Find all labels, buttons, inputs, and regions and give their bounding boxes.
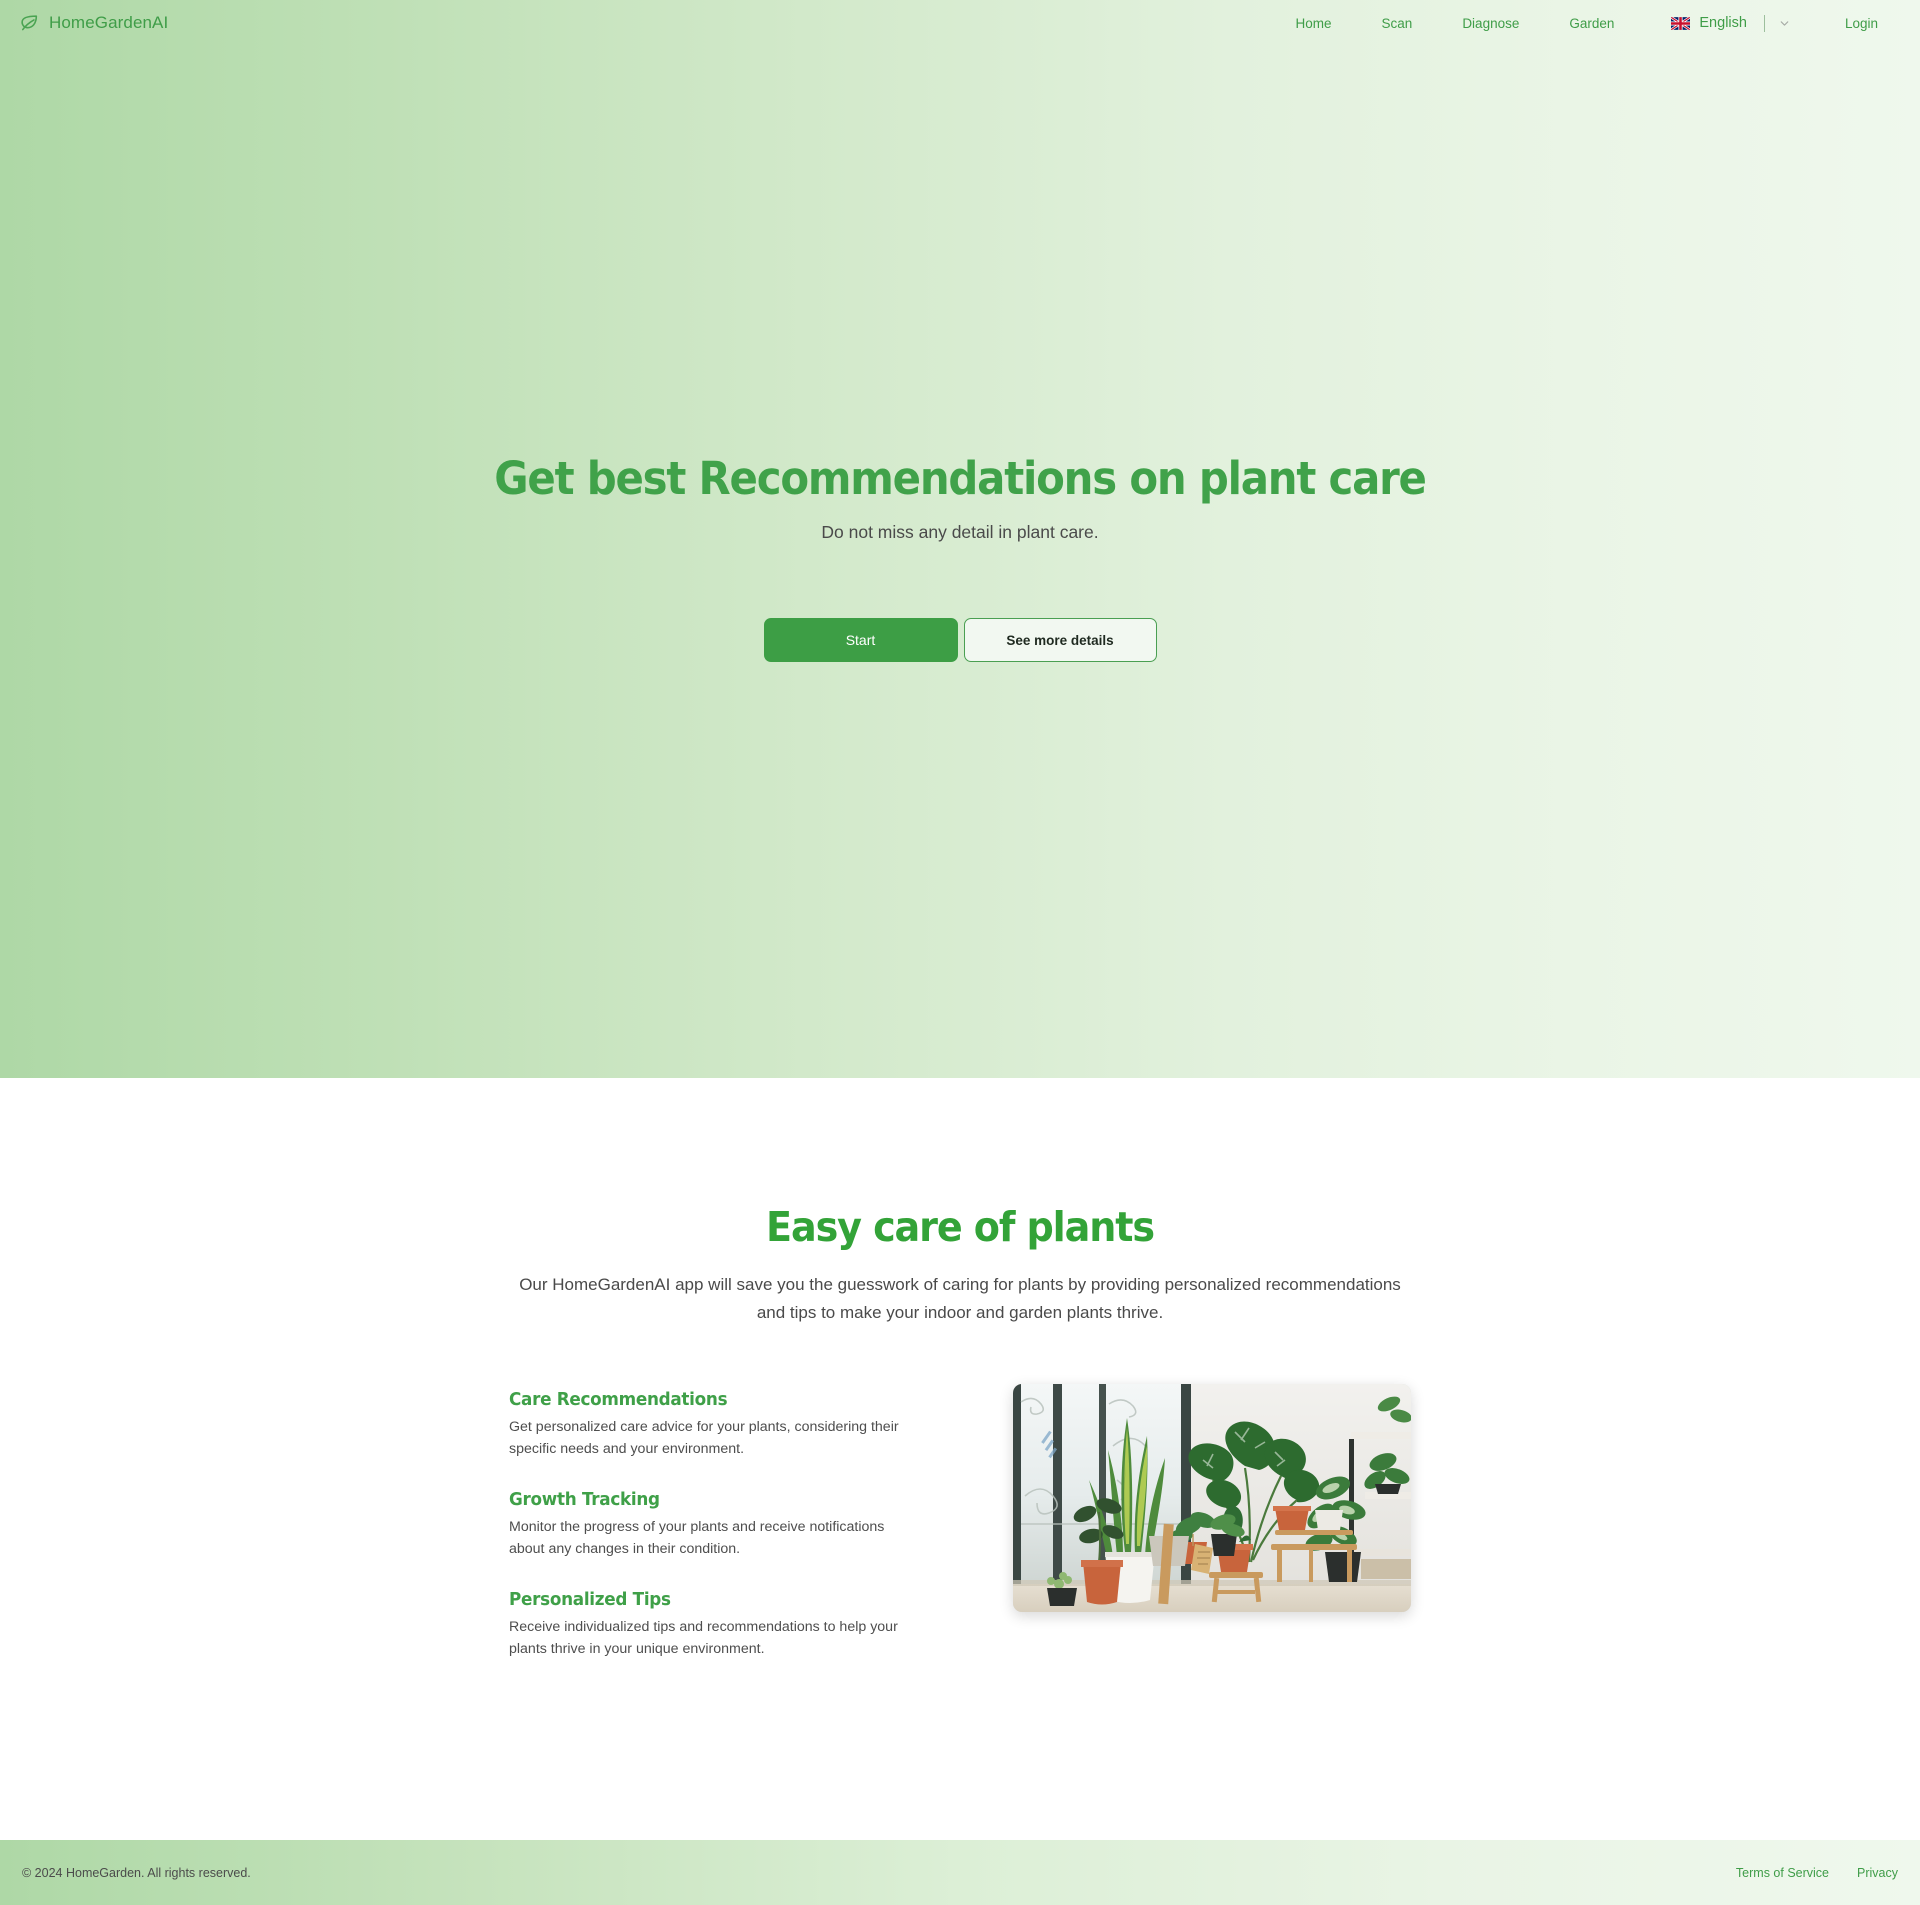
start-button[interactable]: Start — [763, 618, 958, 662]
nav-link-home[interactable]: Home — [1271, 10, 1357, 37]
leaf-icon — [21, 15, 38, 31]
chevron-down-icon[interactable] — [1778, 17, 1791, 30]
uk-flag-icon — [1671, 16, 1691, 30]
nav-links: Home Scan Diagnose Garden — [1271, 10, 1640, 37]
login-link[interactable]: Login — [1825, 10, 1898, 37]
footer-links: Terms of Service Privacy — [1736, 1866, 1898, 1880]
language-label: English — [1699, 15, 1747, 31]
footer-link-terms-of-service[interactable]: Terms of Service — [1736, 1866, 1829, 1880]
brand-name: HomeGardenAI — [49, 13, 169, 32]
features-content-row: Care Recommendations Get personalized ca… — [0, 1384, 1920, 1660]
nav-link-diagnose[interactable]: Diagnose — [1437, 10, 1544, 37]
landing-page: HomeGardenAI Home Scan Diagnose Garden E… — [0, 0, 1920, 1905]
feature-text: Monitor the progress of your plants and … — [509, 1519, 885, 1557]
see-more-details-button[interactable]: See more details — [963, 618, 1157, 662]
feature-item-growth-tracking: Growth Tracking Monitor the progress of … — [509, 1490, 929, 1560]
nav-link-garden[interactable]: Garden — [1544, 10, 1639, 37]
feature-item-care-recommendations: Care Recommendations Get personalized ca… — [509, 1390, 929, 1460]
feature-text: Get personalized care advice for your pl… — [509, 1419, 899, 1457]
feature-item-personalized-tips: Personalized Tips Receive individualized… — [509, 1590, 929, 1660]
hero-title: Get best Recommendations on plant care — [494, 452, 1427, 505]
language-selector[interactable]: English — [1671, 14, 1791, 32]
brand-logo[interactable]: HomeGardenAI — [18, 12, 168, 34]
features-section: Easy care of plants Our HomeGardenAI app… — [0, 1078, 1920, 1840]
nav-link-scan[interactable]: Scan — [1357, 10, 1438, 37]
feature-title: Growth Tracking — [509, 1490, 660, 1511]
features-description: Our HomeGardenAI app will save you the g… — [519, 1275, 1401, 1322]
features-title: Easy care of plants — [766, 1203, 1155, 1251]
hero-section: HomeGardenAI Home Scan Diagnose Garden E… — [0, 0, 1920, 1078]
feature-text: Receive individualized tips and recommen… — [509, 1619, 898, 1657]
hero-subtitle: Do not miss any detail in plant care. — [821, 522, 1099, 543]
indoor-plants-photo — [1013, 1384, 1411, 1613]
hero-button-group: Start See more details — [0, 618, 1920, 662]
footer-link-privacy[interactable]: Privacy — [1857, 1866, 1898, 1880]
page-footer: © 2024 HomeGarden. All rights reserved. … — [0, 1840, 1920, 1905]
feature-list: Care Recommendations Get personalized ca… — [509, 1384, 929, 1660]
features-header: Easy care of plants Our HomeGardenAI app… — [0, 1078, 1920, 1326]
footer-copyright: © 2024 HomeGarden. All rights reserved. — [22, 1865, 251, 1880]
hero-content: Get best Recommendations on plant care D… — [0, 455, 1920, 543]
language-divider — [1763, 14, 1765, 32]
feature-title: Personalized Tips — [509, 1590, 671, 1611]
top-navbar: HomeGardenAI Home Scan Diagnose Garden E… — [0, 0, 1920, 46]
feature-title: Care Recommendations — [509, 1390, 728, 1411]
